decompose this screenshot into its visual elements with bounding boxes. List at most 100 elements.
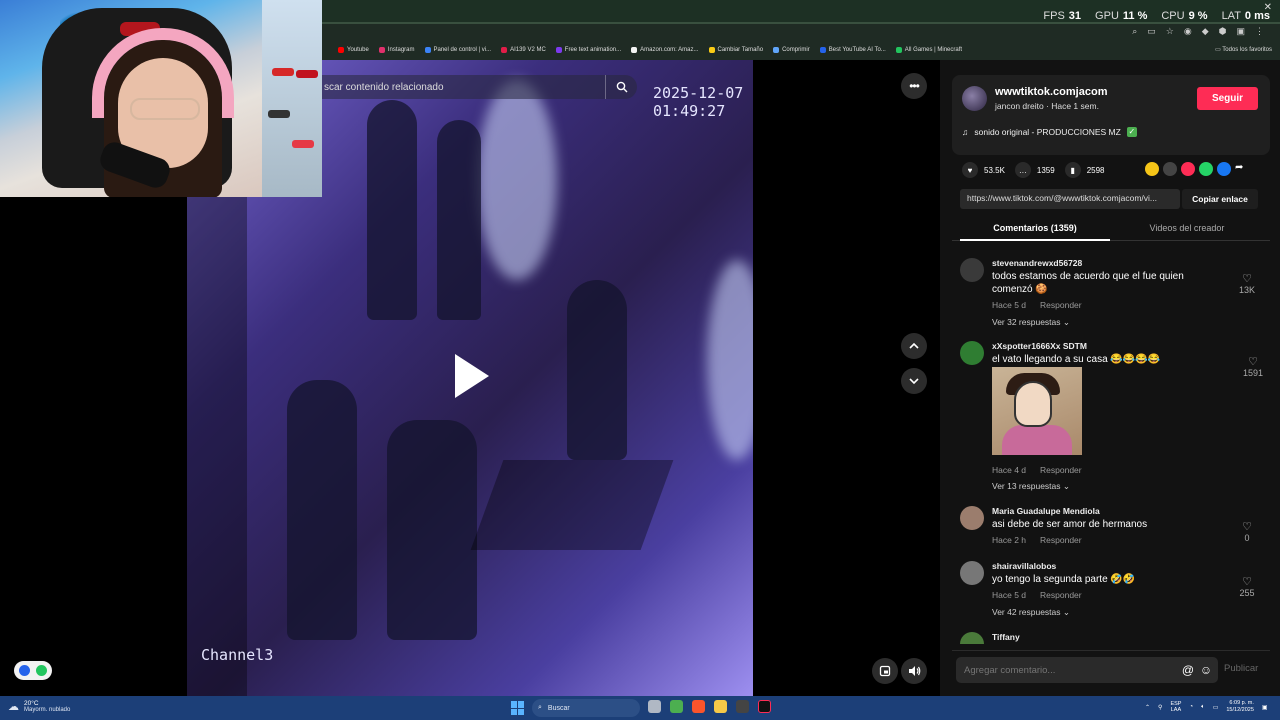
- follow-button[interactable]: Seguir: [1197, 87, 1258, 110]
- copy-link-button[interactable]: Copiar enlace: [1182, 189, 1258, 209]
- bookmark-compress[interactable]: Comprimir: [773, 47, 810, 53]
- notification-icon[interactable]: ▣: [1262, 704, 1268, 711]
- video-link-field[interactable]: https://www.tiktok.com/@wwwtiktok.comjac…: [960, 189, 1180, 209]
- tab-creator-videos[interactable]: Videos del creador: [1112, 223, 1262, 241]
- comment-action[interactable]: … 1359: [1014, 162, 1055, 178]
- commenter-name[interactable]: Tiffany: [992, 632, 1020, 642]
- embed-share-icon[interactable]: [1163, 162, 1177, 176]
- commenter-name[interactable]: shairavillalobos: [992, 561, 1056, 571]
- chrome-icon[interactable]: [670, 700, 683, 713]
- commenter-name[interactable]: xXspotter1666Xx SDTM: [992, 341, 1087, 351]
- previous-video-button[interactable]: [901, 333, 927, 359]
- wifi-icon[interactable]: ◔: [1189, 704, 1193, 710]
- brave-icon[interactable]: [692, 700, 705, 713]
- tiktok-icon[interactable]: [758, 700, 771, 713]
- bookmark-youtube-ai[interactable]: Best YouTube AI To...: [819, 47, 886, 53]
- extension-diamond-icon[interactable]: ◆: [1202, 26, 1209, 37]
- battery-icon[interactable]: ▭: [1213, 704, 1219, 711]
- bookmark-panel[interactable]: Panel de control | vi...: [424, 47, 491, 53]
- bookmark-minecraft[interactable]: All Games | Minecraft: [895, 47, 962, 53]
- commenter-avatar[interactable]: [960, 341, 984, 365]
- creator-avatar[interactable]: [962, 86, 987, 111]
- zoom-icon[interactable]: ⌕: [1132, 26, 1137, 37]
- speaker-icon: [908, 666, 920, 676]
- bookmark-ai139[interactable]: AI139 V2 MC: [501, 47, 546, 53]
- view-replies-button[interactable]: Ver 42 respuestas ⌄: [992, 607, 1070, 618]
- extension-icon[interactable]: ◉: [1184, 26, 1192, 37]
- bookmark-instagram[interactable]: Instagram: [378, 47, 415, 53]
- mini-player-button[interactable]: [872, 658, 898, 684]
- commenter-avatar[interactable]: [960, 506, 984, 530]
- reply-button[interactable]: Responder: [1040, 300, 1082, 310]
- bookmark-youtube[interactable]: Youtube: [338, 47, 369, 53]
- toy-shelf: [262, 0, 322, 197]
- weather-widget[interactable]: ☁ 20°C Mayorm. nublado: [8, 700, 70, 713]
- comment-input[interactable]: [956, 657, 1176, 683]
- extension-puzzle-icon[interactable]: ▣: [1236, 26, 1245, 37]
- commenter-name[interactable]: stevenandrewxd56728: [992, 258, 1082, 268]
- bookmark-star-icon[interactable]: ☆: [1166, 26, 1174, 37]
- creator-username[interactable]: wwwtiktok.comjacom: [995, 86, 1107, 98]
- taskbar-search[interactable]: ⌕ Buscar: [532, 699, 640, 717]
- folder-icon[interactable]: [714, 700, 727, 713]
- more-options-button[interactable]: •••: [901, 73, 927, 99]
- bookmark-amazon[interactable]: Amazon.com: Amaz...: [631, 47, 699, 53]
- whatsapp-share-icon[interactable]: [1199, 162, 1213, 176]
- clock[interactable]: 6:09 p. m. 15/12/2025: [1226, 700, 1254, 714]
- related-search-placeholder[interactable]: scar contenido relacionado: [322, 82, 605, 93]
- all-bookmarks-folder[interactable]: ▭ Todos los favoritos: [1215, 46, 1272, 53]
- like-action[interactable]: ♥ 53.5K: [962, 162, 1005, 178]
- volume-icon[interactable]: 🔈︎: [1201, 704, 1205, 711]
- coin-share-icon[interactable]: [1145, 162, 1159, 176]
- commenter-avatar[interactable]: [960, 561, 984, 585]
- mention-icon[interactable]: @: [1182, 663, 1194, 677]
- windows-start-icon[interactable]: [511, 701, 525, 715]
- reply-button[interactable]: Responder: [1040, 590, 1082, 600]
- cast-icon[interactable]: ▭: [1147, 26, 1156, 37]
- comment-composer: @ ☺ Publicar: [952, 650, 1270, 688]
- volume-button[interactable]: [901, 658, 927, 684]
- comment-like[interactable]: ♡ 1591: [1238, 355, 1268, 378]
- reply-button[interactable]: Responder: [1040, 465, 1082, 475]
- facebook-share-icon[interactable]: [1217, 162, 1231, 176]
- comment-like[interactable]: ♡ 13K: [1232, 272, 1262, 295]
- chevron-up-icon[interactable]: ⌃: [1145, 704, 1150, 711]
- view-replies-button[interactable]: Ver 13 respuestas ⌄: [992, 481, 1070, 492]
- next-video-button[interactable]: [901, 368, 927, 394]
- comment-meme-image[interactable]: [992, 367, 1082, 455]
- related-search-bar[interactable]: scar contenido relacionado: [322, 75, 637, 99]
- comment-like[interactable]: ♡ 0: [1232, 520, 1262, 543]
- tab-comments[interactable]: Comentarios (1359): [960, 223, 1110, 241]
- file-icon[interactable]: [648, 700, 661, 713]
- comment-like[interactable]: ♡ 255: [1232, 575, 1262, 598]
- view-replies-button[interactable]: Ver 32 respuestas ⌄: [992, 317, 1070, 328]
- comment-text: yo tengo la segunda parte 🤣🤣: [992, 574, 1136, 585]
- menu-icon[interactable]: ⋮: [1255, 26, 1264, 37]
- compress-icon: [773, 47, 780, 53]
- play-icon[interactable]: [455, 354, 489, 398]
- extension-shield-icon[interactable]: ⬢: [1219, 26, 1227, 37]
- language-indicator[interactable]: ESP LAA: [1170, 701, 1181, 713]
- commenter-name[interactable]: Maria Guadalupe Mendiola: [992, 506, 1100, 516]
- bookmark-resize[interactable]: Cambiar Tamaño: [708, 47, 763, 53]
- bookmark-text-animation[interactable]: Free text animation...: [555, 47, 621, 53]
- comment-meta: Hace 4 d Responder: [992, 465, 1082, 475]
- search-icon[interactable]: [605, 75, 637, 99]
- comment-text: todos estamos de acuerdo que el fue quie…: [992, 271, 1184, 295]
- panel-tabs: Comentarios (1359) Videos del creador: [952, 219, 1270, 241]
- close-window-icon[interactable]: ✕: [1264, 2, 1272, 13]
- commenter-avatar[interactable]: [960, 632, 984, 644]
- location-icon[interactable]: ⚲: [1158, 704, 1162, 711]
- save-action[interactable]: ▮ 2598: [1064, 162, 1105, 178]
- share-arrow-icon[interactable]: ➦: [1235, 162, 1243, 176]
- music-title[interactable]: sonido original - PRODUCCIONES MZ: [974, 127, 1120, 137]
- commenter-avatar[interactable]: [960, 258, 984, 282]
- emoji-icon[interactable]: ☺: [1200, 663, 1212, 677]
- reply-button[interactable]: Responder: [1040, 535, 1082, 545]
- post-comment-button[interactable]: Publicar: [1224, 663, 1258, 674]
- music-info[interactable]: ♫ sonido original - PRODUCCIONES MZ ✓: [962, 127, 1137, 137]
- translate-icon: [19, 665, 31, 676]
- repost-share-icon[interactable]: [1181, 162, 1195, 176]
- obs-icon[interactable]: [736, 700, 749, 713]
- translate-badge[interactable]: [14, 661, 52, 680]
